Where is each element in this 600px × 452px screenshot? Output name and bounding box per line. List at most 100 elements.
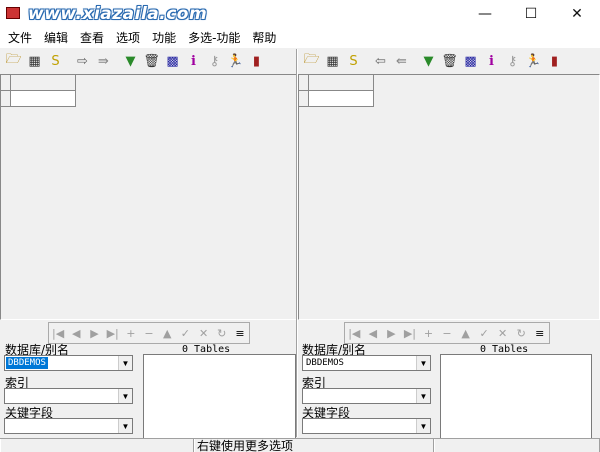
nav-menu-button[interactable]: ≡ <box>530 323 549 343</box>
chevron-down-icon[interactable]: ▼ <box>416 356 430 370</box>
right-toolbar: 🗁 ▦ S ⇦ ⇚ ▼ 🗑 ▩ i ⚷ 🏃 ▮ <box>298 49 600 73</box>
left-db-alias-select[interactable]: DBDEMOS ▼ <box>4 355 133 371</box>
left-toolbar: 🗁 ▦ S ⇨ ⇛ ▼ 🗑 ▩ i ⚷ 🏃 ▮ <box>0 49 296 73</box>
right-db-navigator: |◀ ◀ ▶ ▶| + − ▲ ✓ ✕ ↻ ≡ <box>344 322 550 344</box>
chevron-down-icon[interactable]: ▼ <box>118 356 132 370</box>
grid-row-indicator <box>1 91 11 107</box>
menu-view[interactable]: 查看 <box>74 28 110 48</box>
left-keyfield-value <box>6 420 10 432</box>
menu-file[interactable]: 文件 <box>2 28 38 48</box>
nav-next-button[interactable]: ▶ <box>85 323 103 343</box>
left-db-alias-value: DBDEMOS <box>6 357 48 369</box>
right-index-select[interactable]: ▼ <box>302 388 431 404</box>
grid-header-cell <box>11 75 76 91</box>
chevron-down-icon[interactable]: ▼ <box>416 389 430 403</box>
open-folder-icon[interactable]: 🗁 <box>301 51 322 71</box>
nav-last-button[interactable]: ▶| <box>104 323 122 343</box>
info-icon[interactable]: i <box>183 51 204 71</box>
nav-refresh-button[interactable]: ↻ <box>213 323 231 343</box>
open-folder-icon[interactable]: 🗁 <box>3 51 24 71</box>
window-title: www.xiazaila.com <box>28 4 208 24</box>
grid-cell[interactable] <box>11 91 76 107</box>
close-icon: ✕ <box>571 6 583 22</box>
nav-cancel-button[interactable]: ✕ <box>195 323 213 343</box>
key-icon[interactable]: ⚷ <box>502 51 523 71</box>
menu-options[interactable]: 选项 <box>110 28 146 48</box>
right-db-alias-value: DBDEMOS <box>306 358 344 368</box>
grid-cell[interactable] <box>309 91 374 107</box>
left-data-grid[interactable] <box>0 74 297 320</box>
menu-bar: 文件 编辑 查看 选项 功能 多选-功能 帮助 <box>0 28 600 48</box>
chevron-down-icon[interactable]: ▼ <box>416 419 430 433</box>
exit-icon[interactable]: ▮ <box>246 51 267 71</box>
grid-row-indicator <box>299 91 309 107</box>
nav-next-button[interactable]: ▶ <box>382 323 401 343</box>
status-bar: 右键使用更多选项 <box>0 438 600 452</box>
left-index-value <box>6 390 10 402</box>
nav-last-button[interactable]: ▶| <box>401 323 420 343</box>
nav-first-button[interactable]: |◀ <box>345 323 364 343</box>
grid-corner-cell <box>299 75 309 91</box>
arrow-right-icon[interactable]: ⇨ <box>72 51 93 71</box>
filter-icon[interactable]: ▼ <box>120 51 141 71</box>
nav-post-button[interactable]: ✓ <box>176 323 194 343</box>
nav-delete-button[interactable]: − <box>140 323 158 343</box>
nav-refresh-button[interactable]: ↻ <box>512 323 531 343</box>
menu-help[interactable]: 帮助 <box>246 28 282 48</box>
left-index-select[interactable]: ▼ <box>4 388 133 404</box>
left-tables-list[interactable] <box>143 354 296 442</box>
nav-insert-button[interactable]: + <box>122 323 140 343</box>
nav-menu-button[interactable]: ≡ <box>231 323 249 343</box>
database-icon[interactable]: ▩ <box>162 51 183 71</box>
trash-icon[interactable]: 🗑 <box>141 51 162 71</box>
import-icon[interactable]: ⇚ <box>391 51 412 71</box>
trash-icon[interactable]: 🗑 <box>439 51 460 71</box>
chevron-down-icon[interactable]: ▼ <box>118 419 132 433</box>
grid-corner-cell <box>1 75 11 91</box>
window-title-suffix: 5.65 <box>240 6 267 20</box>
grid-header-cell <box>309 75 374 91</box>
chevron-down-icon[interactable]: ▼ <box>118 389 132 403</box>
left-db-navigator: |◀ ◀ ▶ ▶| + − ▲ ✓ ✕ ↻ ≡ <box>48 322 250 344</box>
table-icon[interactable]: ▦ <box>24 51 45 71</box>
menu-functions[interactable]: 功能 <box>146 28 182 48</box>
maximize-button[interactable]: ☐ <box>508 0 554 28</box>
right-keyfield-value <box>304 420 308 432</box>
nav-cancel-button[interactable]: ✕ <box>493 323 512 343</box>
nav-delete-button[interactable]: − <box>438 323 457 343</box>
export-icon[interactable]: ⇛ <box>93 51 114 71</box>
right-index-value <box>304 390 308 402</box>
nav-prior-button[interactable]: ◀ <box>364 323 383 343</box>
table-icon[interactable]: ▦ <box>322 51 343 71</box>
nav-edit-button[interactable]: ▲ <box>456 323 475 343</box>
query-icon[interactable]: S <box>45 51 66 71</box>
minimize-icon: — <box>478 6 492 22</box>
right-data-grid[interactable] <box>298 74 600 320</box>
menu-multi-select[interactable]: 多选-功能 <box>182 28 246 48</box>
nav-post-button[interactable]: ✓ <box>475 323 494 343</box>
left-keyfield-select[interactable]: ▼ <box>4 418 133 434</box>
arrow-left-icon[interactable]: ⇦ <box>370 51 391 71</box>
right-db-alias-select[interactable]: DBDEMOS ▼ <box>302 355 431 371</box>
nav-insert-button[interactable]: + <box>419 323 438 343</box>
close-button[interactable]: ✕ <box>554 0 600 28</box>
right-keyfield-select[interactable]: ▼ <box>302 418 431 434</box>
status-hint: 右键使用更多选项 <box>194 439 434 452</box>
run-icon[interactable]: 🏃 <box>225 51 246 71</box>
status-cell-1 <box>0 439 194 452</box>
filter-icon[interactable]: ▼ <box>418 51 439 71</box>
query-icon[interactable]: S <box>343 51 364 71</box>
app-icon[interactable] <box>6 7 20 19</box>
key-icon[interactable]: ⚷ <box>204 51 225 71</box>
minimize-button[interactable]: — <box>462 0 508 28</box>
nav-prior-button[interactable]: ◀ <box>67 323 85 343</box>
exit-icon[interactable]: ▮ <box>544 51 565 71</box>
right-tables-list[interactable] <box>440 354 592 442</box>
database-icon[interactable]: ▩ <box>460 51 481 71</box>
info-icon[interactable]: i <box>481 51 502 71</box>
nav-edit-button[interactable]: ▲ <box>158 323 176 343</box>
nav-first-button[interactable]: |◀ <box>49 323 67 343</box>
menu-edit[interactable]: 编辑 <box>38 28 74 48</box>
run-icon[interactable]: 🏃 <box>523 51 544 71</box>
panel-splitter[interactable] <box>296 49 298 437</box>
